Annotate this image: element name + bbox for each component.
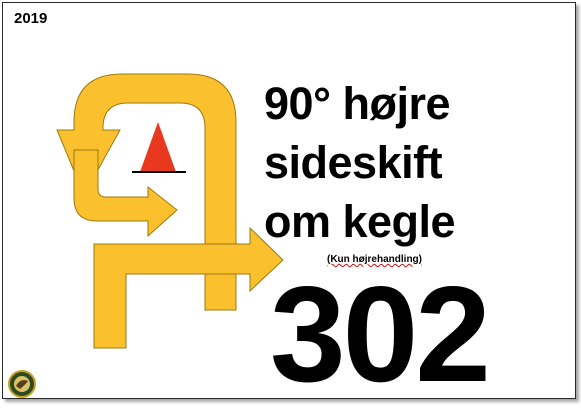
- right-arrow: [93, 226, 284, 349]
- cone-icon: [140, 122, 176, 172]
- title-line-1: 90° højre: [264, 78, 451, 129]
- title-line-3: om kegle: [264, 196, 456, 247]
- exercise-number: 302: [270, 258, 491, 410]
- title-line-2: sideskift: [264, 137, 443, 188]
- club-logo-icon: [8, 370, 36, 398]
